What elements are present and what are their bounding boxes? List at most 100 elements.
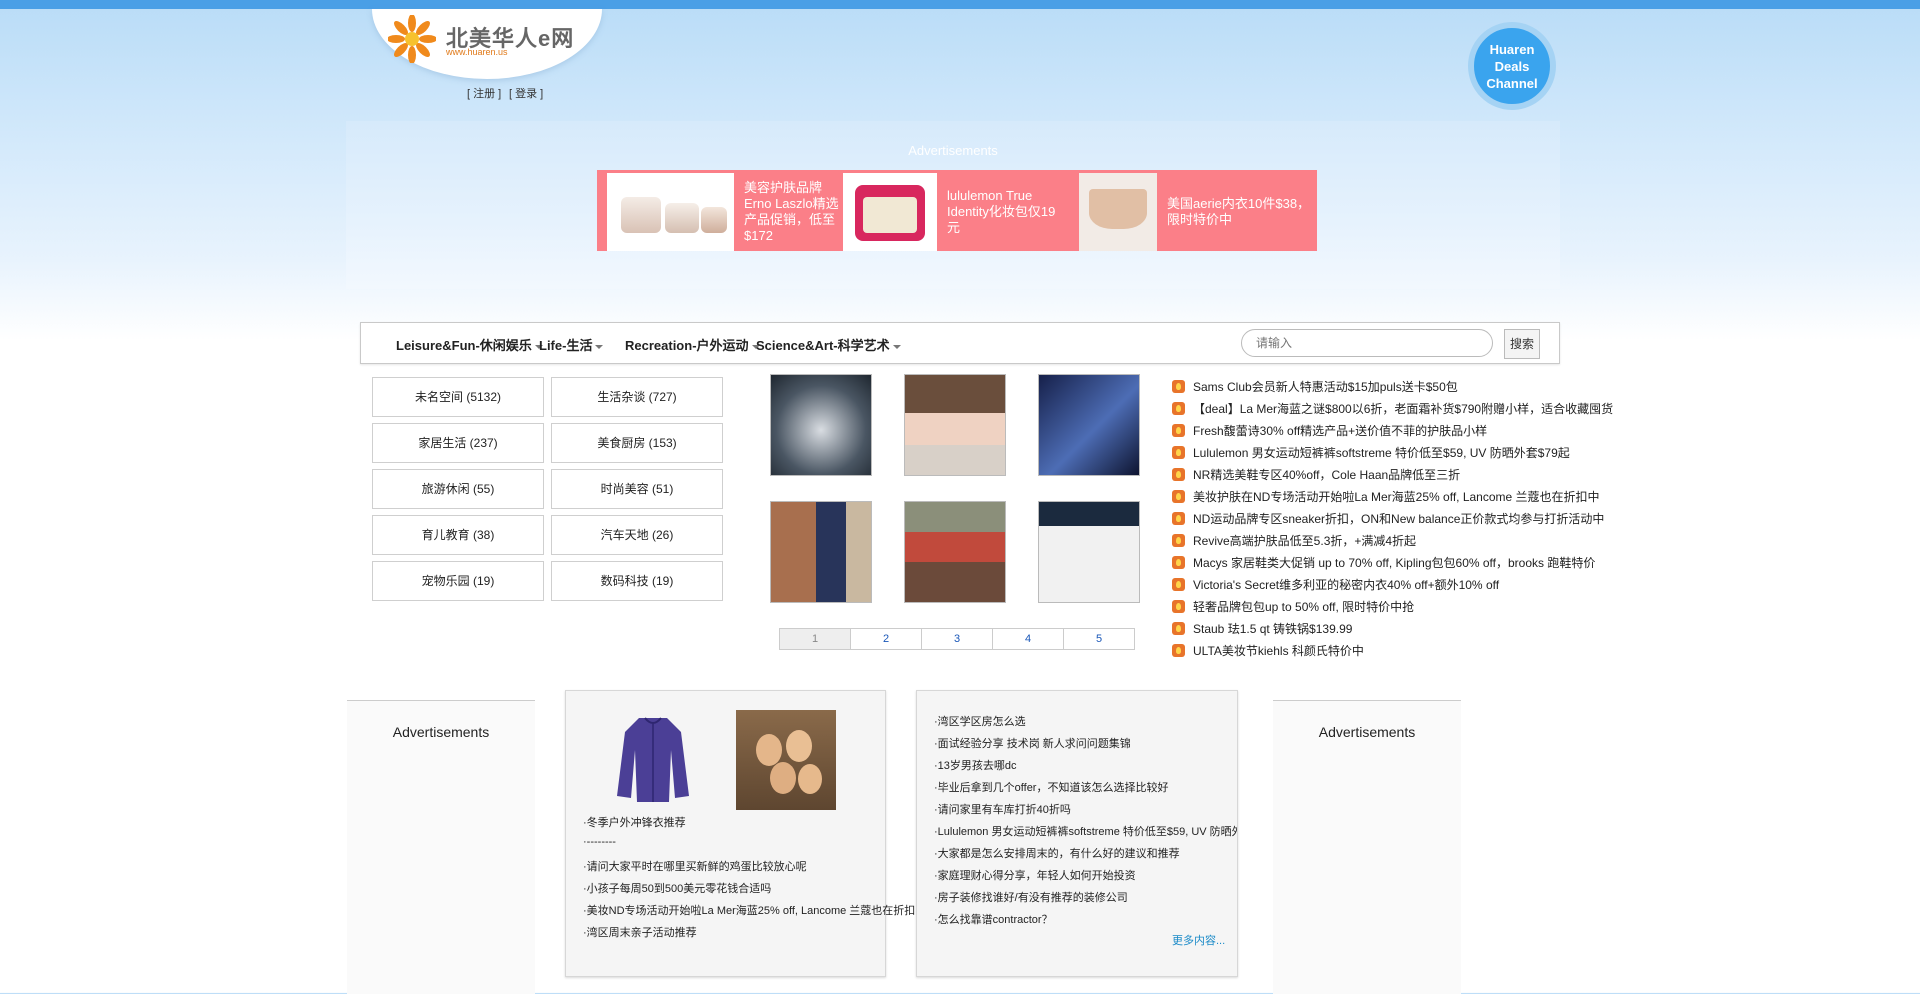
page-4[interactable]: 4	[992, 628, 1064, 650]
fire-icon	[1172, 511, 1185, 525]
page-1[interactable]: 1	[779, 628, 851, 650]
fire-icon	[1172, 445, 1185, 459]
forum-post-link[interactable]: ·请问家里有车库打折40折吗	[934, 801, 1071, 817]
pagination: 1 2 3 4 5	[779, 628, 1135, 650]
category-button[interactable]: 宠物乐园 (19)	[372, 561, 544, 601]
news-item[interactable]: ULTA美妆节kiehls 科颜氏特价中	[1172, 639, 1613, 661]
ad-text-1: 美容护肤品牌Erno Laszlo精选产品促销，低至$172	[744, 180, 839, 243]
ad-image-cosmetics	[607, 173, 734, 251]
thumbnail-image[interactable]	[904, 501, 1006, 603]
forum-post-link[interactable]: ·13岁男孩去哪dc	[934, 757, 1017, 773]
news-item[interactable]: 美妆护肤在ND专场活动开始啦La Mer海蓝25% off, Lancome 兰…	[1172, 485, 1613, 507]
page-5[interactable]: 5	[1063, 628, 1135, 650]
news-item-label: ULTA美妆节kiehls 科颜氏特价中	[1193, 643, 1364, 658]
news-item[interactable]: Macys 家居鞋类大促销 up to 70% off, Kipling包包60…	[1172, 551, 1613, 573]
thumbnail-image[interactable]	[770, 374, 872, 476]
forum-box-1: ·冬季户外冲锋衣推荐 ·-------- ·请问大家平时在哪里买新鲜的鸡蛋比较放…	[565, 690, 926, 977]
login-link[interactable]: [ 登录 ]	[509, 85, 543, 101]
news-item[interactable]: Staub 珐1.5 qt 铸铁锅$139.99	[1172, 617, 1613, 639]
fire-icon	[1172, 621, 1185, 635]
news-item[interactable]: Fresh馥蕾诗30% off精选产品+送价值不菲的护肤品小样	[1172, 419, 1613, 441]
forum-post-link[interactable]: ·湾区学区房怎么选	[934, 713, 1026, 729]
register-link[interactable]: [ 注册 ]	[467, 85, 501, 101]
news-item-label: Macys 家居鞋类大促销 up to 70% off, Kipling包包60…	[1193, 555, 1596, 570]
side-ad-right-label: Advertisements	[1318, 724, 1416, 740]
search-button[interactable]: 搜索	[1504, 329, 1540, 359]
thumbnail-image[interactable]	[1038, 374, 1140, 476]
more-link[interactable]: 更多内容...	[1172, 932, 1225, 948]
forum-post-link[interactable]: ·面试经验分享 技术岗 新人求问问题集锦	[934, 735, 1131, 751]
forum-post-link[interactable]: ·美妆ND专场活动开始啦La Mer海蓝25% off, Lancome 兰蔻也…	[583, 902, 926, 918]
news-item[interactable]: ND运动品牌专区sneaker折扣，ON和New balance正价款式均参与打…	[1172, 507, 1613, 529]
forum-post-link[interactable]: ·毕业后拿到几个offer，不知道该怎么选择比较好	[934, 779, 1168, 795]
category-button[interactable]: 旅游休闲 (55)	[372, 469, 544, 509]
forum-post-link[interactable]: ·家庭理财心得分享，年轻人如何开始投资	[934, 867, 1136, 883]
news-item-label: Fresh馥蕾诗30% off精选产品+送价值不菲的护肤品小样	[1193, 423, 1488, 438]
fire-icon	[1172, 489, 1185, 503]
category-button[interactable]: 时尚美容 (51)	[551, 469, 723, 509]
fire-icon	[1172, 643, 1185, 657]
news-item[interactable]: NR精选美鞋专区40%off，Cole Haan品牌低至三折	[1172, 463, 1613, 485]
forum-post-link[interactable]: ·Lululemon 男女运动短裤裤softstreme 特价低至$59, UV…	[934, 823, 1237, 839]
menu-leisure-label: Leisure&Fun-休闲娱乐	[396, 338, 532, 353]
forum-post-link[interactable]: ·湾区周末亲子活动推荐	[583, 924, 697, 940]
category-button[interactable]: 未名空间 (5132)	[372, 377, 544, 417]
forum-post-link[interactable]: ·请问大家平时在哪里买新鲜的鸡蛋比较放心呢	[583, 858, 807, 874]
news-item-label: Sams Club会员新人特惠活动$15加puls送卡$50包	[1193, 379, 1458, 394]
forum-box-2: ·湾区学区房怎么选 ·面试经验分享 技术岗 新人求问问题集锦 ·13岁男孩去哪d…	[916, 690, 1238, 977]
news-item-label: 美妆护肤在ND专场活动开始啦La Mer海蓝25% off, Lancome 兰…	[1193, 489, 1600, 504]
menu-life-label: Life-生活	[539, 338, 593, 353]
category-button[interactable]: 汽车天地 (26)	[551, 515, 723, 555]
ad-card-1[interactable]: 美容护肤品牌Erno Laszlo精选产品促销，低至$172	[607, 173, 854, 251]
forum-post-link[interactable]: ·怎么找靠谱contractor？	[934, 911, 1053, 927]
logo-url: www.huaren.us	[446, 47, 508, 57]
fire-icon	[1172, 599, 1185, 613]
news-item-label: Revive高端护肤品低至5.3折，+满减4折起	[1193, 533, 1417, 548]
news-item[interactable]: 【deal】La Mer海蓝之谜$800以6折，老面霜补货$790附赠小样，适合…	[1172, 397, 1613, 419]
chevron-down-icon	[892, 344, 901, 349]
menu-science-art[interactable]: Science&Art-科学艺术	[756, 335, 901, 354]
forum-post-link[interactable]: ·小孩子每周50到500美元零花钱合适吗	[583, 880, 771, 896]
top-bar	[0, 0, 1920, 9]
eggs-image[interactable]	[736, 710, 836, 810]
category-button[interactable]: 美食厨房 (153)	[551, 423, 723, 463]
forum-post-link[interactable]: ·冬季户外冲锋衣推荐	[583, 814, 686, 830]
chevron-down-icon	[595, 344, 604, 349]
news-item[interactable]: 轻奢品牌包包up to 50% off, 限时特价中抢	[1172, 595, 1613, 617]
category-button[interactable]: 育儿教育 (38)	[372, 515, 544, 555]
thumbnail-image[interactable]	[770, 501, 872, 603]
deals-channel-button[interactable]: Huaren Deals Channel	[1468, 22, 1556, 110]
deals-channel-label: Huaren Deals Channel	[1486, 41, 1538, 91]
side-ad-left-label: Advertisements	[392, 724, 490, 740]
jacket-image[interactable]	[609, 710, 697, 806]
page-3[interactable]: 3	[921, 628, 993, 650]
menu-recreation[interactable]: Recreation-户外运动	[625, 335, 760, 354]
page-2[interactable]: 2	[850, 628, 922, 650]
category-button[interactable]: 家居生活 (237)	[372, 423, 544, 463]
menu-life[interactable]: Life-生活	[539, 335, 604, 354]
menu-recreation-label: Recreation-户外运动	[625, 338, 749, 353]
fire-icon	[1172, 533, 1185, 547]
search-input[interactable]	[1241, 329, 1493, 357]
menu-leisure[interactable]: Leisure&Fun-休闲娱乐	[396, 335, 543, 354]
forum-post-link[interactable]: ·大家都是怎么安排周末的，有什么好的建议和推荐	[934, 845, 1180, 861]
forum-post-link[interactable]: ·房子装修找谁好/有没有推荐的装修公司	[934, 889, 1128, 905]
news-item[interactable]: Victoria's Secret维多利亚的秘密内衣40% off+额外10% …	[1172, 573, 1613, 595]
ad-card-2[interactable]: lululemon True Identity化妆包仅19元	[843, 173, 1067, 251]
news-item[interactable]: Sams Club会员新人特惠活动$15加puls送卡$50包	[1172, 375, 1613, 397]
site-logo[interactable]: 北美华人e网 www.huaren.us	[372, 9, 602, 79]
ad-card-3[interactable]: 美国aerie内衣10件$38，限时特价中	[1079, 173, 1327, 251]
fire-icon	[1172, 401, 1185, 415]
news-item-label: ND运动品牌专区sneaker折扣，ON和New balance正价款式均参与打…	[1193, 511, 1605, 526]
forum-post-link[interactable]: ·--------	[583, 836, 616, 848]
category-button[interactable]: 数码科技 (19)	[551, 561, 723, 601]
ad-strip: 美容护肤品牌Erno Laszlo精选产品促销，低至$172 lululemon…	[597, 170, 1317, 251]
fire-icon	[1172, 423, 1185, 437]
thumbnail-image[interactable]	[904, 374, 1006, 476]
fire-icon	[1172, 467, 1185, 481]
thumbnail-image[interactable]	[1038, 501, 1140, 603]
ad-label: Advertisements	[908, 143, 998, 158]
news-item[interactable]: Revive高端护肤品低至5.3折，+满减4折起	[1172, 529, 1613, 551]
news-item[interactable]: Lululemon 男女运动短裤裤softstreme 特价低至$59, UV …	[1172, 441, 1613, 463]
category-button[interactable]: 生活杂谈 (727)	[551, 377, 723, 417]
